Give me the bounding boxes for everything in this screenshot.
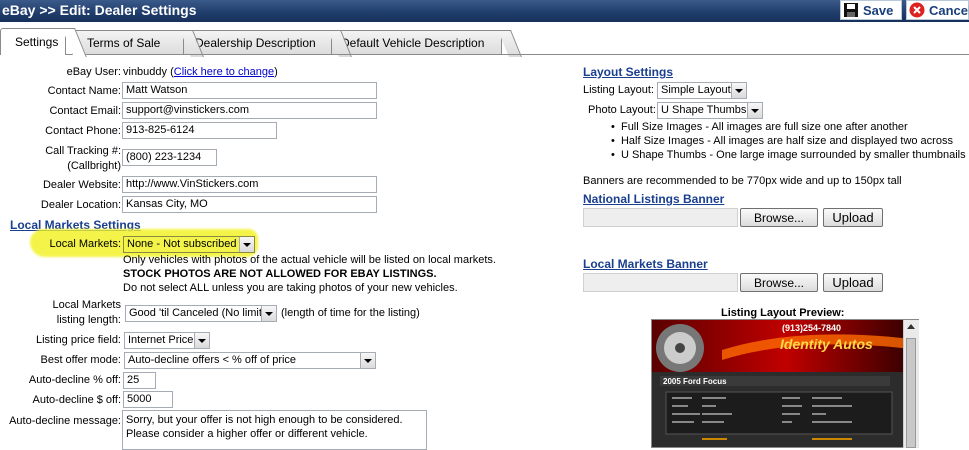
best-offer-select[interactable]: Auto-decline offers < % off of price [124, 352, 376, 369]
auto-decline-message-textarea[interactable]: Sorry, but your offer is not high enough… [122, 410, 427, 450]
chevron-down-icon [731, 83, 746, 98]
listing-price-value: Internet Price [128, 334, 194, 346]
message-line-1: Sorry, but your offer is not high enough… [126, 414, 403, 426]
tab-label: Default Vehicle Description [341, 36, 485, 50]
chevron-down-icon [360, 353, 375, 368]
tab-dealership-description[interactable]: Dealership Description [180, 30, 332, 55]
ebay-user-value: vinbuddy [123, 66, 168, 78]
ebay-user-label: eBay User: [66, 66, 121, 78]
layout-bullet-2: • Half Size Images - All images are half… [611, 135, 953, 147]
photo-layout-label: Photo Layout: [588, 104, 656, 116]
tab-label: Settings [15, 35, 59, 49]
local-markets-value: None - Not subscribed [127, 238, 237, 250]
scrollbar-thumb[interactable] [906, 338, 916, 448]
chevron-up-icon[interactable] [907, 324, 915, 329]
national-banner-file-field[interactable] [583, 208, 738, 227]
local-banner-file-field[interactable] [583, 273, 738, 292]
layout-bullet-3: • U Shape Thumbs - One large image surro… [611, 149, 966, 161]
listing-price-label: Listing price field: [36, 334, 121, 346]
bullet-text: Half Size Images - All images are half s… [620, 135, 953, 147]
tab-terms-of-sale[interactable]: Terms of Sale [72, 30, 184, 55]
national-upload-button[interactable]: Upload [823, 208, 883, 227]
chevron-down-icon [261, 306, 276, 321]
preview-brand: Identity Autos [780, 336, 873, 352]
chevron-down-icon [747, 103, 762, 118]
dealer-website-label: Dealer Website: [42, 179, 121, 191]
cancel-button[interactable]: Cancel [906, 0, 969, 20]
tab-label: Terms of Sale [87, 36, 161, 50]
listing-layout-value: Simple Layout [661, 84, 731, 96]
listing-price-select[interactable]: Internet Price [124, 332, 210, 349]
auto-decline-pct-label: Auto-decline % off: [28, 374, 121, 386]
local-markets-note-2: STOCK PHOTOS ARE NOT ALLOWED FOR EBAY LI… [123, 268, 437, 280]
local-upload-button[interactable]: Upload [823, 273, 883, 292]
bullet-text: U Shape Thumbs - One large image surroun… [620, 149, 966, 161]
listing-layout-label: Listing Layout: [583, 84, 654, 96]
cancel-label: Cancel [929, 2, 969, 18]
cancel-icon [909, 2, 925, 18]
listing-length-label-2: listing length: [56, 314, 121, 326]
local-banner-title: Local Markets Banner [583, 257, 708, 271]
chevron-down-icon [239, 237, 254, 252]
contact-email-field[interactable]: support@vinstickers.com [122, 102, 377, 119]
auto-decline-dollar-field[interactable]: 5000 [123, 391, 173, 408]
preview-car-title: 2005 Ford Focus [663, 377, 727, 386]
banner-note: Banners are recommended to be 770px wide… [583, 175, 902, 187]
auto-decline-message-label: Auto-decline message: [9, 415, 121, 427]
tab-divider [0, 54, 969, 55]
national-banner-title: National Listings Banner [583, 192, 725, 206]
dealer-website-field[interactable]: http://www.VinStickers.com [122, 176, 377, 193]
listing-length-label-1: Local Markets [52, 299, 121, 311]
best-offer-value: Auto-decline offers < % off of price [128, 354, 297, 366]
tab-label: Dealership Description [195, 36, 316, 50]
best-offer-label: Best offer mode: [40, 354, 121, 366]
dealer-location-label: Dealer Location: [40, 199, 121, 211]
contact-name-label: Contact Name: [47, 85, 121, 97]
tab-settings[interactable]: Settings [0, 28, 66, 55]
dealer-location-field[interactable]: Kansas City, MO [122, 196, 377, 213]
local-markets-select[interactable]: None - Not subscribed [123, 236, 255, 253]
chevron-down-icon [194, 333, 209, 348]
bullet-text: Full Size Images - All images are full s… [620, 121, 908, 133]
message-line-2: Please consider a higher offer or differ… [126, 428, 368, 440]
contact-name-field[interactable]: Matt Watson [122, 82, 377, 99]
local-markets-note-1: Only vehicles with photos of the actual … [123, 254, 496, 266]
listing-length-note: (length of time for the listing) [281, 307, 420, 319]
contact-email-label: Contact Email: [49, 105, 121, 117]
layout-settings-title: Layout Settings [583, 65, 674, 79]
listing-length-select[interactable]: Good 'til Canceled (No limit) [125, 305, 277, 322]
local-markets-label: Local Markets: [49, 238, 121, 250]
change-user-link[interactable]: Click here to change [174, 66, 274, 78]
listing-length-value: Good 'til Canceled (No limit) [129, 307, 266, 319]
listing-layout-preview: (913)254-7840 Identity Autos 2005 Ford F… [651, 319, 919, 448]
title-bar: eBay >> Edit: Dealer Settings [0, 0, 969, 22]
auto-decline-pct-field[interactable]: 25 [123, 372, 156, 389]
save-button[interactable]: Save [840, 0, 902, 20]
page-title: eBay >> Edit: Dealer Settings [2, 2, 197, 18]
national-browse-button[interactable]: Browse... [740, 208, 818, 227]
local-markets-note-3: Do not select ALL unless you are taking … [123, 282, 458, 294]
contact-phone-label: Contact Phone: [45, 125, 121, 137]
layout-bullet-1: • Full Size Images - All images are full… [611, 121, 908, 133]
local-browse-button[interactable]: Browse... [740, 273, 818, 292]
call-tracking-label-2: (Callbright) [67, 160, 121, 172]
photo-layout-value: U Shape Thumbs [661, 104, 747, 116]
floppy-disk-icon [843, 2, 859, 18]
preview-phone: (913)254-7840 [782, 323, 842, 333]
photo-layout-select[interactable]: U Shape Thumbs [657, 102, 763, 119]
save-label: Save [863, 2, 894, 18]
listing-layout-select[interactable]: Simple Layout [657, 82, 747, 99]
contact-phone-field[interactable]: 913-825-6124 [122, 122, 277, 139]
ebay-user-value-line: vinbuddy (Click here to change) [123, 66, 278, 78]
tab-default-vehicle-description[interactable]: Default Vehicle Description [326, 30, 502, 55]
call-tracking-label-1: Call Tracking #: [45, 145, 121, 157]
auto-decline-dollar-label: Auto-decline $ off: [32, 394, 121, 406]
call-tracking-field[interactable]: (800) 223-1234 [122, 149, 217, 166]
